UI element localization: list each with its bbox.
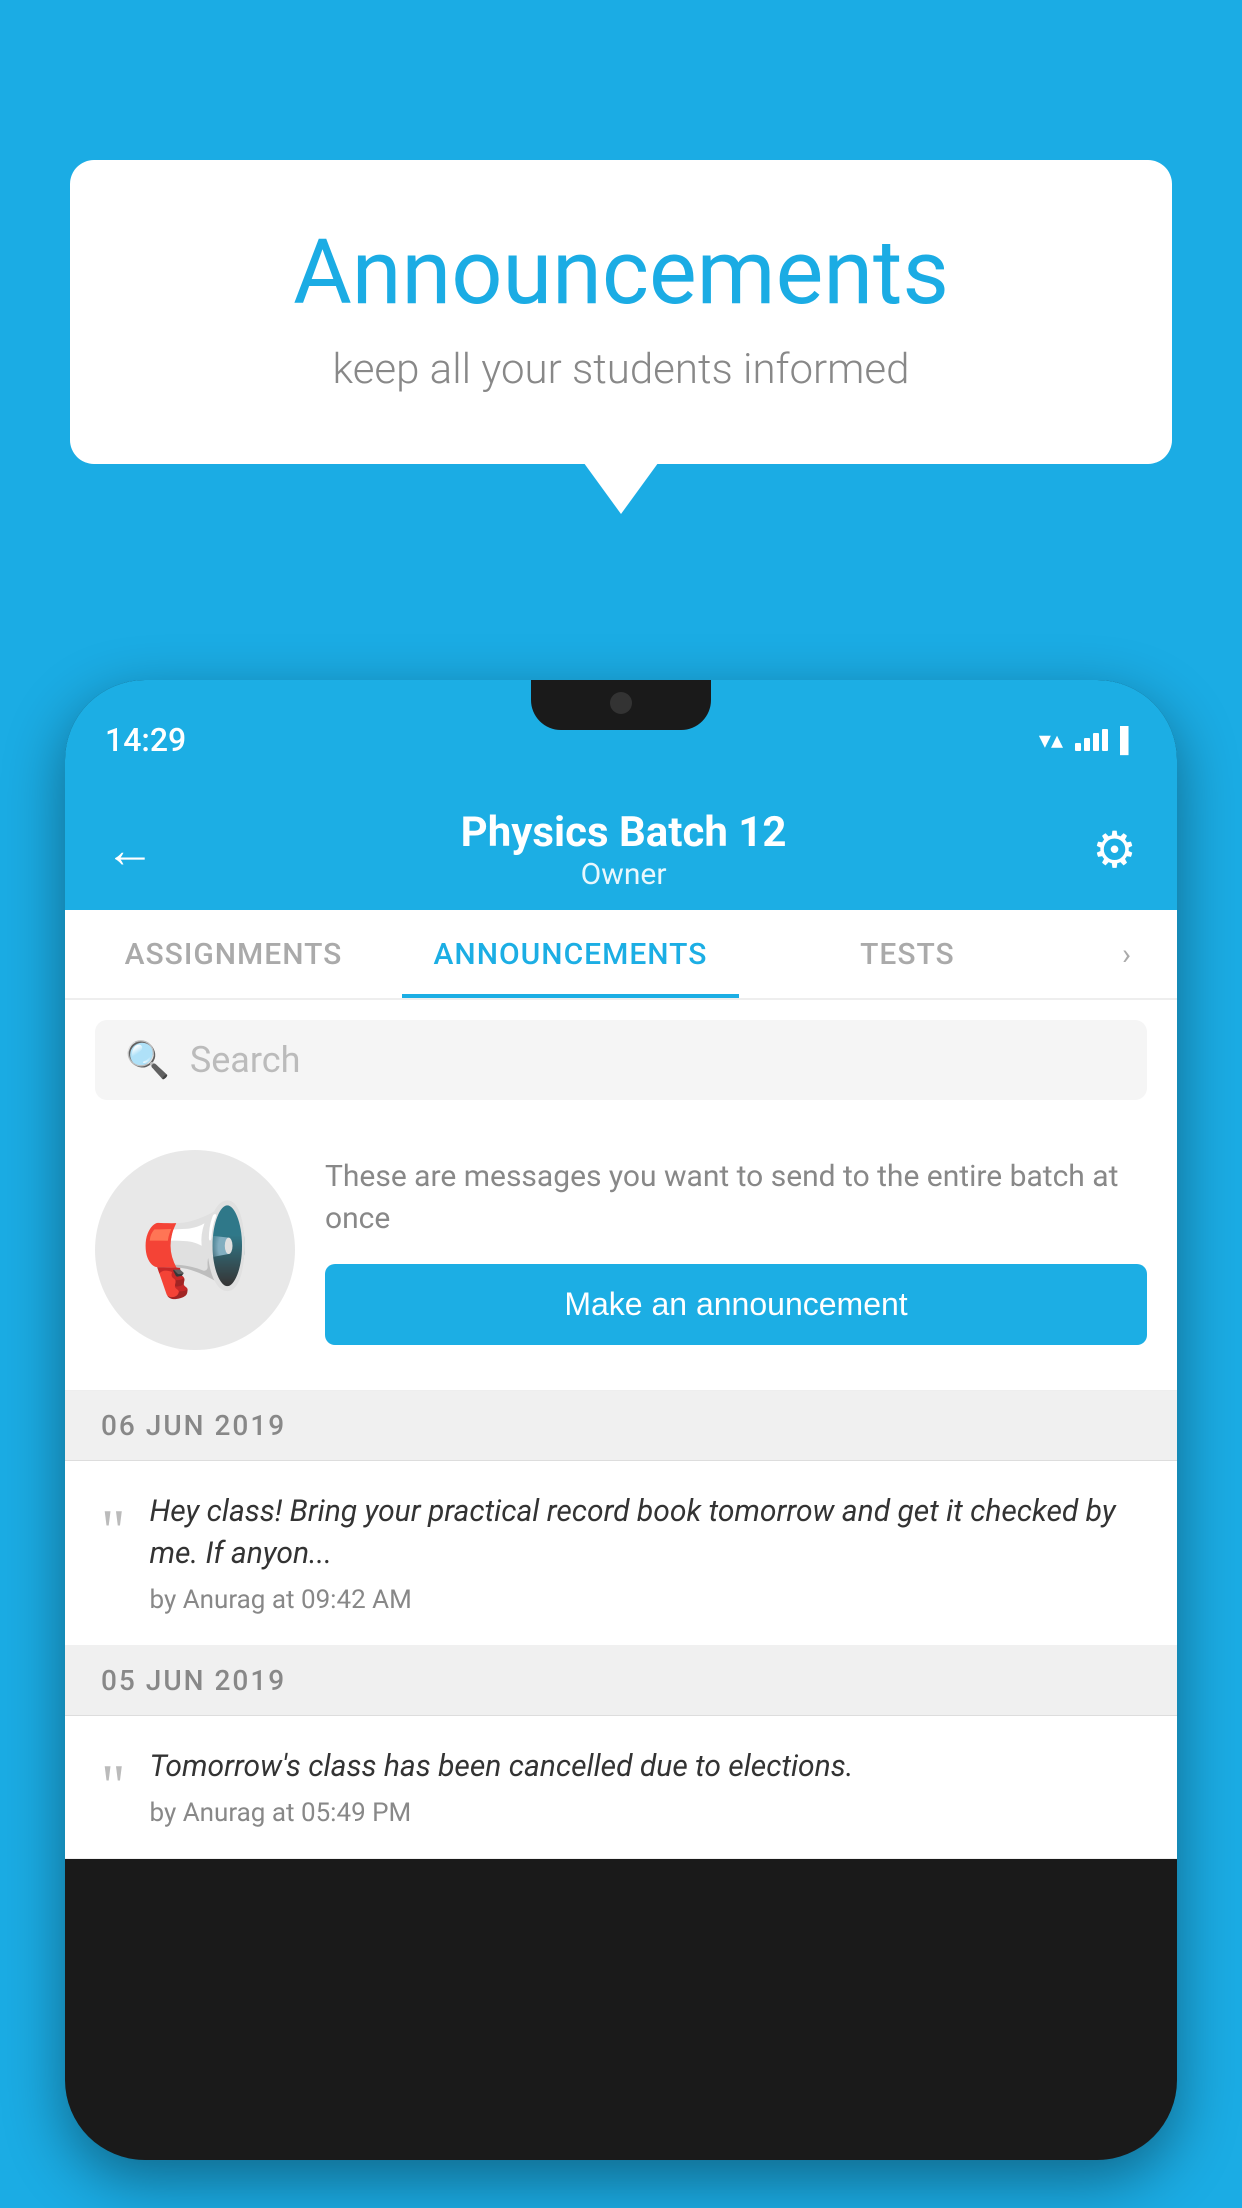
phone-device: 14:29 ▾▴ ▌ ← Physics Batch 12 Owner ⚙ xyxy=(65,680,1177,2160)
batch-role: Owner xyxy=(461,857,787,892)
signal-bar-3 xyxy=(1093,733,1099,751)
settings-icon[interactable]: ⚙ xyxy=(1092,821,1137,880)
quote-icon-2: " xyxy=(101,1756,126,1816)
announcement-item-2: " Tomorrow's class has been cancelled du… xyxy=(65,1716,1177,1859)
search-placeholder: Search xyxy=(190,1039,301,1081)
make-announcement-button[interactable]: Make an announcement xyxy=(325,1264,1147,1345)
speech-bubble-card: Announcements keep all your students inf… xyxy=(70,160,1172,464)
wifi-icon: ▾▴ xyxy=(1039,726,1063,754)
status-icons: ▾▴ ▌ xyxy=(1039,726,1137,755)
speech-bubble-title: Announcements xyxy=(150,220,1092,325)
signal-bar-4 xyxy=(1102,729,1108,751)
announcement-message-2: Tomorrow's class has been cancelled due … xyxy=(150,1746,854,1788)
search-bar[interactable]: 🔍 Search xyxy=(95,1020,1147,1100)
speech-bubble-section: Announcements keep all your students inf… xyxy=(70,160,1172,464)
promo-block: 📢 These are messages you want to send to… xyxy=(65,1120,1177,1391)
batch-title: Physics Batch 12 xyxy=(461,808,787,857)
announcement-text-1: Hey class! Bring your practical record b… xyxy=(150,1491,1142,1615)
speech-bubble-subtitle: keep all your students informed xyxy=(150,345,1092,394)
quote-icon-1: " xyxy=(101,1501,126,1561)
promo-description: These are messages you want to send to t… xyxy=(325,1156,1147,1240)
tab-assignments[interactable]: ASSIGNMENTS xyxy=(65,910,402,998)
search-icon: 🔍 xyxy=(125,1039,170,1081)
signal-bars-icon xyxy=(1075,729,1108,751)
date-separator-2: 05 JUN 2019 xyxy=(65,1646,1177,1716)
tabs-bar: ASSIGNMENTS ANNOUNCEMENTS TESTS › xyxy=(65,910,1177,1000)
app-header: ← Physics Batch 12 Owner ⚙ xyxy=(65,790,1177,910)
status-bar: 14:29 ▾▴ ▌ xyxy=(65,680,1177,790)
announcement-message-1: Hey class! Bring your practical record b… xyxy=(150,1491,1142,1575)
date-separator-1: 06 JUN 2019 xyxy=(65,1391,1177,1461)
megaphone-icon: 📢 xyxy=(139,1198,251,1303)
signal-bar-2 xyxy=(1084,738,1090,751)
phone-wrapper: 14:29 ▾▴ ▌ ← Physics Batch 12 Owner ⚙ xyxy=(65,680,1177,2208)
content-area: 🔍 Search 📢 These are messages you want t… xyxy=(65,1000,1177,1859)
announcement-item-1: " Hey class! Bring your practical record… xyxy=(65,1461,1177,1646)
tab-more[interactable]: › xyxy=(1076,910,1177,998)
announcement-meta-1: by Anurag at 09:42 AM xyxy=(150,1585,1142,1615)
announcement-meta-2: by Anurag at 05:49 PM xyxy=(150,1798,854,1828)
promo-right: These are messages you want to send to t… xyxy=(295,1156,1147,1345)
back-button[interactable]: ← xyxy=(105,821,155,880)
megaphone-circle: 📢 xyxy=(95,1150,295,1350)
battery-icon: ▌ xyxy=(1120,726,1137,755)
tab-tests[interactable]: TESTS xyxy=(739,910,1076,998)
header-title-block: Physics Batch 12 Owner xyxy=(461,808,787,892)
camera-dot xyxy=(610,692,632,714)
announcement-text-2: Tomorrow's class has been cancelled due … xyxy=(150,1746,854,1828)
signal-bar-1 xyxy=(1075,743,1081,751)
tab-announcements[interactable]: ANNOUNCEMENTS xyxy=(402,910,739,998)
phone-notch xyxy=(531,680,711,730)
status-time: 14:29 xyxy=(105,721,186,759)
